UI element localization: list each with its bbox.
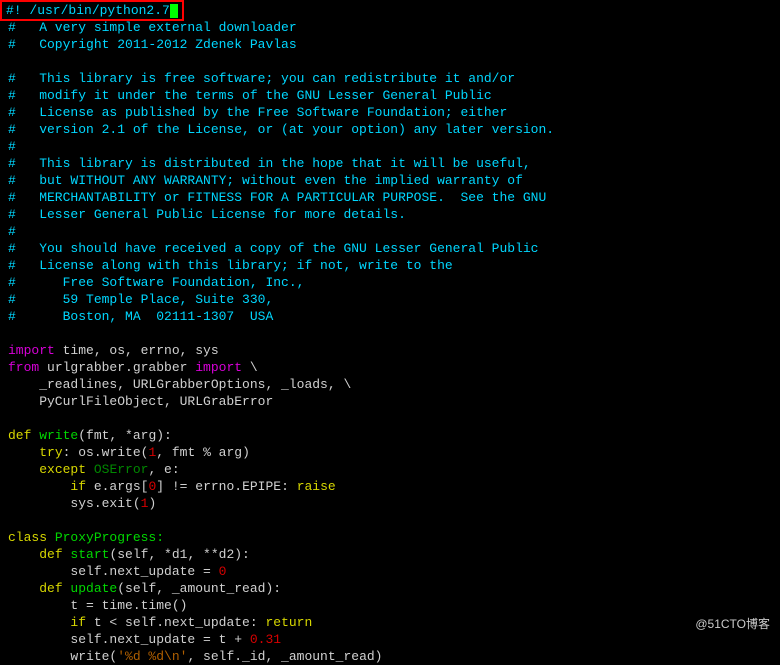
def-start[interactable]: def start(self, *d1, **d2): bbox=[8, 546, 772, 563]
write-call[interactable]: write('%d %d\n', self._id, _amount_read) bbox=[8, 648, 772, 665]
comment-line[interactable]: # Free Software Foundation, Inc., bbox=[8, 274, 772, 291]
next-update-t[interactable]: self.next_update = t + 0.31 bbox=[8, 631, 772, 648]
comment-line[interactable] bbox=[8, 53, 772, 70]
try-os-write[interactable]: try: os.write(1, fmt % arg) bbox=[8, 444, 772, 461]
from-import-line[interactable]: from urlgrabber.grabber import \ bbox=[8, 359, 772, 376]
def-write[interactable]: def write(fmt, *arg): bbox=[8, 427, 772, 444]
import-continuation-2[interactable]: PyCurlFileObject, URLGrabError bbox=[8, 393, 772, 410]
blank-line bbox=[8, 325, 772, 342]
except-line[interactable]: except OSError, e: bbox=[8, 461, 772, 478]
license-comments: # A very simple external downloader# Cop… bbox=[8, 19, 772, 325]
shebang-line[interactable]: #! /usr/bin/python2.7 bbox=[6, 3, 170, 18]
next-update-zero[interactable]: self.next_update = 0 bbox=[8, 563, 772, 580]
comment-line[interactable]: # Copyright 2011-2012 Zdenek Pavlas bbox=[8, 36, 772, 53]
import-continuation-1[interactable]: _readlines, URLGrabberOptions, _loads, \ bbox=[8, 376, 772, 393]
comment-line[interactable]: # A very simple external downloader bbox=[8, 19, 772, 36]
cursor bbox=[170, 4, 178, 18]
import-line-1[interactable]: import time, os, errno, sys bbox=[8, 342, 772, 359]
comment-line[interactable]: # version 2.1 of the License, or (at you… bbox=[8, 121, 772, 138]
comment-line[interactable]: # License as published by the Free Softw… bbox=[8, 104, 772, 121]
shebang-highlight-box: #! /usr/bin/python2.7 bbox=[0, 0, 184, 21]
comment-line[interactable]: # Boston, MA 02111-1307 USA bbox=[8, 308, 772, 325]
comment-line[interactable]: # bbox=[8, 223, 772, 240]
comment-line[interactable]: # MERCHANTABILITY or FITNESS FOR A PARTI… bbox=[8, 189, 772, 206]
t-time[interactable]: t = time.time() bbox=[8, 597, 772, 614]
blank-line bbox=[8, 512, 772, 529]
comment-line[interactable]: # bbox=[8, 138, 772, 155]
def-update[interactable]: def update(self, _amount_read): bbox=[8, 580, 772, 597]
comment-line[interactable]: # but WITHOUT ANY WARRANTY; without even… bbox=[8, 172, 772, 189]
comment-line[interactable]: # Lesser General Public License for more… bbox=[8, 206, 772, 223]
watermark: @51CTO博客 bbox=[695, 616, 770, 633]
if-t-next[interactable]: if t < self.next_update: return bbox=[8, 614, 772, 631]
comment-line[interactable]: # This library is distributed in the hop… bbox=[8, 155, 772, 172]
comment-line[interactable]: # License along with this library; if no… bbox=[8, 257, 772, 274]
comment-line[interactable]: # You should have received a copy of the… bbox=[8, 240, 772, 257]
comment-line[interactable]: # This library is free software; you can… bbox=[8, 70, 772, 87]
class-def[interactable]: class ProxyProgress: bbox=[8, 529, 772, 546]
comment-line[interactable]: # 59 Temple Place, Suite 330, bbox=[8, 291, 772, 308]
comment-line[interactable]: # modify it under the terms of the GNU L… bbox=[8, 87, 772, 104]
if-epipe[interactable]: if e.args[0] != errno.EPIPE: raise bbox=[8, 478, 772, 495]
sys-exit[interactable]: sys.exit(1) bbox=[8, 495, 772, 512]
blank-line bbox=[8, 410, 772, 427]
